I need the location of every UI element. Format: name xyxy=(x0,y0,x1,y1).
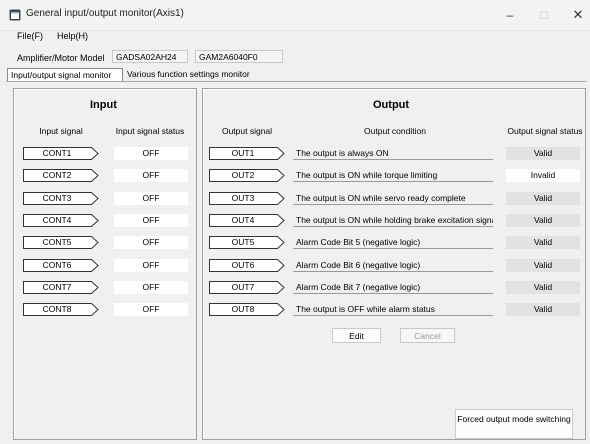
output-status-2: Invalid xyxy=(506,169,580,182)
input-row-8: CONT8 OFF xyxy=(14,303,198,316)
app-window-icon xyxy=(9,9,21,21)
output-status-7: Valid xyxy=(506,281,580,294)
signal-label: CONT5 xyxy=(42,237,72,247)
signal-label: CONT1 xyxy=(42,148,72,158)
tab-function-settings-monitor[interactable]: Various function settings monitor xyxy=(124,68,260,81)
output-row-1: OUT1 The output is always ON Valid xyxy=(203,147,587,160)
signal-label: CONT8 xyxy=(42,304,72,314)
input-panel-title: Input xyxy=(90,99,117,111)
output-condition-8[interactable]: The output is OFF while alarm status xyxy=(293,303,493,316)
signal-label: OUT2 xyxy=(231,170,255,180)
edit-button[interactable]: Edit xyxy=(332,328,381,343)
signal-label: OUT1 xyxy=(231,148,255,158)
title-bar: General input/output monitor(Axis1) – □ … xyxy=(0,0,590,31)
menu-file[interactable]: File(F) xyxy=(17,31,43,41)
input-status-5: OFF xyxy=(114,236,188,249)
model-label: Amplifier/Motor Model xyxy=(17,53,105,63)
forced-output-mode-switching-button[interactable]: Forced output mode switching xyxy=(455,409,573,439)
signal-label: OUT4 xyxy=(231,215,255,225)
input-status-7: OFF xyxy=(114,281,188,294)
motor-model-field: GAM2A6040F0 xyxy=(195,50,283,63)
output-status-1: Valid xyxy=(506,147,580,160)
output-condition-1[interactable]: The output is always ON xyxy=(293,147,493,160)
input-row-1: CONT1 OFF xyxy=(14,147,198,160)
output-row-5: OUT5 Alarm Code Bit 5 (negative logic) Val… xyxy=(203,236,587,249)
output-status-4: Valid xyxy=(506,214,580,227)
output-row-4: OUT4 The output is ON while holding brake… xyxy=(203,214,587,227)
input-status-4: OFF xyxy=(114,214,188,227)
signal-label: OUT8 xyxy=(231,304,255,314)
amplifier-model-field: GADSA02AH24 xyxy=(112,50,188,63)
signal-label: OUT5 xyxy=(231,237,255,247)
output-condition-2[interactable]: The output is ON while torque limiting xyxy=(293,169,493,182)
signal-label: CONT4 xyxy=(42,215,72,225)
input-row-6: CONT6 OFF xyxy=(14,259,198,272)
signal-label: CONT6 xyxy=(42,260,72,270)
output-condition-6[interactable]: Alarm Code Bit 6 (negative logic) xyxy=(293,259,493,272)
input-row-7: CONT7 OFF xyxy=(14,281,198,294)
maximize-button[interactable]: □ xyxy=(530,6,558,24)
output-condition-header: Output condition xyxy=(364,126,426,136)
input-status-8: OFF xyxy=(114,303,188,316)
signal-label: CONT7 xyxy=(42,282,72,292)
output-row-6: OUT6 Alarm Code Bit 6 (negative logic) Val… xyxy=(203,259,587,272)
output-status-3: Valid xyxy=(506,192,580,205)
output-condition-3[interactable]: The output is ON while servo ready compl… xyxy=(293,192,493,205)
output-status-5: Valid xyxy=(506,236,580,249)
output-signal-header: Output signal xyxy=(221,126,273,136)
output-condition-4[interactable]: The output is ON while holding brake exc… xyxy=(293,214,493,227)
input-status-1: OFF xyxy=(114,147,188,160)
window-title: General input/output monitor(Axis1) xyxy=(26,8,184,19)
input-row-5: CONT5 OFF xyxy=(14,236,198,249)
input-status-6: OFF xyxy=(114,259,188,272)
signal-label: CONT3 xyxy=(42,193,72,203)
output-status-6: Valid xyxy=(506,259,580,272)
input-signal-header: Input signal xyxy=(39,126,83,136)
output-condition-7[interactable]: Alarm Code Bit 7 (negative logic) xyxy=(293,281,493,294)
output-row-3: OUT3 The output is ON while servo ready c… xyxy=(203,192,587,205)
output-row-2: OUT2 The output is ON while torque limiti… xyxy=(203,169,587,182)
output-row-7: OUT7 Alarm Code Bit 7 (negative logic) Val… xyxy=(203,281,587,294)
menu-bar: File(F) Help(H) xyxy=(0,30,590,44)
input-panel: Input Input signal Input signal status C… xyxy=(13,88,197,440)
output-condition-5[interactable]: Alarm Code Bit 5 (negative logic) xyxy=(293,236,493,249)
minimize-button[interactable]: – xyxy=(496,6,524,24)
output-panel: Output Output signal Output condition Ou… xyxy=(202,88,586,440)
input-status-3: OFF xyxy=(114,192,188,205)
signal-label: OUT6 xyxy=(231,260,255,270)
output-status-header: Output signal status xyxy=(507,126,583,136)
close-button[interactable]: ✕ xyxy=(564,6,590,24)
tab-divider xyxy=(6,81,586,82)
signal-label: CONT2 xyxy=(42,170,72,180)
input-row-4: CONT4 OFF xyxy=(14,214,198,227)
input-status-2: OFF xyxy=(114,169,188,182)
input-status-header: Input signal status xyxy=(115,126,185,136)
input-row-2: CONT2 OFF xyxy=(14,169,198,182)
output-status-8: Valid xyxy=(506,303,580,316)
output-panel-title: Output xyxy=(373,99,410,111)
cancel-button[interactable]: Cancel xyxy=(400,328,455,343)
signal-label: OUT3 xyxy=(231,193,255,203)
input-row-3: CONT3 OFF xyxy=(14,192,198,205)
menu-help[interactable]: Help(H) xyxy=(57,31,88,41)
signal-label: OUT7 xyxy=(231,282,255,292)
tab-io-signal-monitor[interactable]: Input/output signal monitor xyxy=(7,68,123,81)
output-row-8: OUT8 The output is OFF while alarm status… xyxy=(203,303,587,316)
